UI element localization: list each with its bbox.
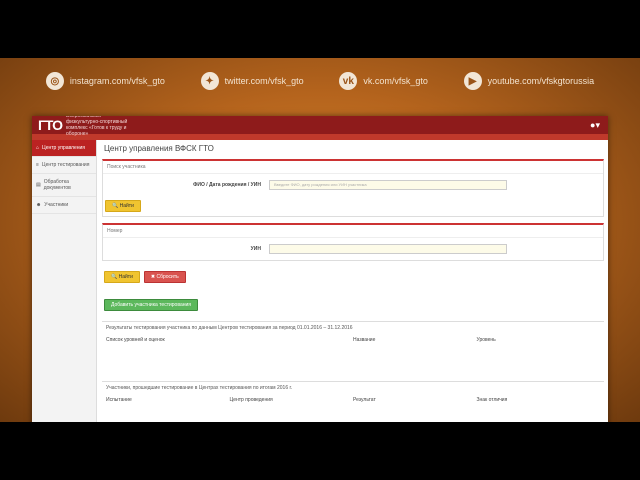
social-link-instagram[interactable]: ◎ instagram.com/vfsk_gto (45, 72, 165, 90)
vk-icon: vk (339, 72, 358, 90)
sidebar-item-documents[interactable]: ▤ Обработка документов (32, 174, 96, 197)
user-menu-icon[interactable]: ●▾ (590, 120, 600, 131)
sidebar-item-label: Центр управления (42, 145, 86, 151)
column-header[interactable]: Название (353, 337, 477, 343)
field-label: УИН (250, 246, 261, 252)
column-header[interactable]: Список уровней и оценок (106, 337, 230, 343)
document-icon: ▤ (36, 182, 41, 188)
column-header[interactable]: Результат (353, 397, 477, 403)
social-links-bar: ◎ instagram.com/vfsk_gto ✦ twitter.com/v… (0, 66, 640, 96)
add-participant-button[interactable]: Добавить участника тестирования (104, 299, 198, 311)
sidebar-item-control-center[interactable]: ⌂ Центр управления (32, 140, 96, 157)
sidebar-item-testing-centers[interactable]: ≡ Центр тестирования (32, 157, 96, 174)
add-row: Добавить участника тестирования (102, 295, 604, 315)
twitter-icon: ✦ (200, 72, 219, 90)
social-link-youtube[interactable]: ▶ youtube.com/vfskgtorussia (463, 72, 595, 90)
app-header: ГТО Всероссийский физкультурно-спортивны… (32, 116, 608, 137)
list-icon: ≡ (36, 162, 39, 168)
gto-logo[interactable]: ГТО (38, 117, 63, 133)
column-header[interactable]: Знак отличия (477, 397, 601, 403)
table-caption: Результаты тестирования участника по дан… (106, 325, 353, 331)
app-window: ГТО Всероссийский физкультурно-спортивны… (32, 116, 608, 422)
table-header-row: Испытание Центр проведения Результат Зна… (102, 397, 604, 403)
users-icon: ☻ (36, 202, 42, 208)
social-label: vk.com/vfsk_gto (363, 76, 428, 86)
results-table: Результаты тестирования участника по дан… (102, 321, 604, 343)
sidebar-item-label: Центр тестирования (41, 162, 90, 168)
column-header[interactable]: Центр проведения (230, 397, 354, 403)
main-content: Центр управления ВФСК ГТО Поиск участник… (102, 140, 604, 422)
social-label: instagram.com/vfsk_gto (69, 76, 165, 86)
field-label: ФИО / Дата рождения / УИН (193, 182, 261, 188)
uin-form-row: УИН (103, 238, 603, 260)
button-label: Найти (119, 203, 134, 209)
instagram-icon: ◎ (45, 72, 64, 90)
column-header[interactable]: Уровень (477, 337, 601, 343)
reset-button[interactable]: ✖ Сбросить (143, 271, 186, 283)
sidebar-item-label: Участники (44, 202, 69, 208)
social-link-vk[interactable]: vk vk.com/vfsk_gto (339, 72, 428, 90)
social-link-twitter[interactable]: ✦ twitter.com/vfsk_gto (200, 72, 304, 90)
button-label: Сбросить (156, 274, 179, 280)
participants-table: Участники, прошедшие тестирование в Цент… (102, 381, 604, 403)
panel-heading: Номер (103, 225, 603, 238)
home-icon: ⌂ (36, 145, 40, 151)
sidebar: ⌂ Центр управления ≡ Центр тестирования … (32, 140, 97, 422)
video-background: ◎ instagram.com/vfsk_gto ✦ twitter.com/v… (0, 58, 640, 422)
search-input[interactable]: Введите ФИО, дату рождения или УИН участ… (269, 180, 507, 190)
logo-subtitle: Всероссийский физкультурно-спортивный ко… (66, 116, 128, 137)
social-label: twitter.com/vfsk_gto (224, 76, 304, 86)
social-label: youtube.com/vfskgtorussia (487, 76, 595, 86)
youtube-icon: ▶ (463, 72, 482, 90)
uin-panel: Номер УИН (102, 223, 604, 261)
search-button[interactable]: 🔍 Найти (105, 200, 141, 212)
column-header[interactable] (230, 337, 354, 343)
sidebar-item-label: Обработка документов (43, 179, 71, 191)
table-caption: Участники, прошедшие тестирование в Цент… (106, 385, 293, 391)
uin-button-row: 🔍 Найти ✖ Сбросить (102, 267, 604, 287)
uin-input[interactable] (269, 244, 507, 254)
table-header-row: Список уровней и оценок Название Уровень (102, 337, 604, 343)
page-title: Центр управления ВФСК ГТО (104, 144, 214, 153)
search-button-row: 🔍 Найти (103, 196, 603, 216)
button-label: Найти (118, 274, 133, 280)
sidebar-item-participants[interactable]: ☻ Участники (32, 197, 96, 214)
search-form-row: ФИО / Дата рождения / УИН Введите ФИО, д… (103, 174, 603, 196)
find-button[interactable]: 🔍 Найти (104, 271, 140, 283)
search-panel: Поиск участника ФИО / Дата рождения / УИ… (102, 159, 604, 217)
panel-heading: Поиск участника (103, 161, 603, 174)
column-header[interactable]: Испытание (106, 397, 230, 403)
